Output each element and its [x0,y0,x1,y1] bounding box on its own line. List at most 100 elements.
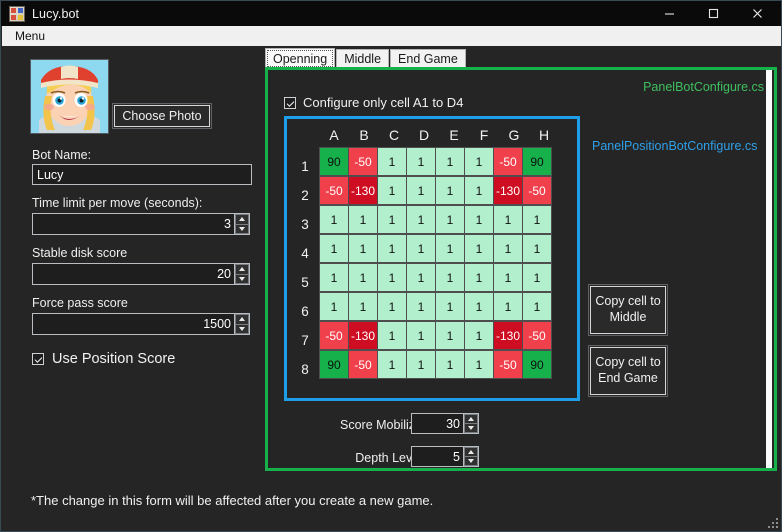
grid-cell-F8[interactable]: 1 [464,350,494,379]
grid-cell-G1[interactable]: -50 [493,147,523,176]
stepper-down-icon[interactable] [235,223,249,234]
grid-cell-H1[interactable]: 90 [522,147,552,176]
grid-cell-E2[interactable]: 1 [435,176,465,205]
grid-cell-F2[interactable]: 1 [464,176,494,205]
grid-cell-B8[interactable]: -50 [348,350,378,379]
grid-cell-H5[interactable]: 1 [522,263,552,292]
grid-cell-G6[interactable]: 1 [493,292,523,321]
grid-cell-C8[interactable]: 1 [377,350,407,379]
stepper-up-icon[interactable] [235,314,249,324]
grid-cell-E8[interactable]: 1 [435,350,465,379]
copy-cell-to-middle-button[interactable]: Copy cell to Middle [588,284,668,336]
grid-cell-D6[interactable]: 1 [406,292,436,321]
grid-cell-C2[interactable]: 1 [377,176,407,205]
grid-cell-G2[interactable]: -130 [493,176,523,205]
grid-cell-B5[interactable]: 1 [348,263,378,292]
force-pass-score-input[interactable]: 1500 [32,313,235,335]
grid-cell-C3[interactable]: 1 [377,205,407,234]
grid-cell-F1[interactable]: 1 [464,147,494,176]
grid-cell-A6[interactable]: 1 [319,292,349,321]
grid-cell-D2[interactable]: 1 [406,176,436,205]
grid-cell-A2[interactable]: -50 [319,176,349,205]
grid-cell-A4[interactable]: 1 [319,234,349,263]
stepper-down-icon[interactable] [235,323,249,334]
depth-level-stepper[interactable] [464,446,479,467]
grid-cell-F4[interactable]: 1 [464,234,494,263]
maximize-button[interactable] [691,1,735,26]
grid-cell-G5[interactable]: 1 [493,263,523,292]
grid-cell-F6[interactable]: 1 [464,292,494,321]
stable-disk-score-stepper[interactable] [235,263,250,285]
grid-cell-H6[interactable]: 1 [522,292,552,321]
tab-middle[interactable]: Middle [336,49,390,69]
grid-cell-A7[interactable]: -50 [319,321,349,350]
grid-cell-C5[interactable]: 1 [377,263,407,292]
grid-cell-F7[interactable]: 1 [464,321,494,350]
tab-openning[interactable]: Openning [265,48,336,69]
grid-cell-G3[interactable]: 1 [493,205,523,234]
grid-cell-C4[interactable]: 1 [377,234,407,263]
stepper-up-icon[interactable] [235,214,249,224]
grid-cell-B6[interactable]: 1 [348,292,378,321]
stepper-up-icon[interactable] [235,264,249,274]
close-button[interactable] [735,1,779,26]
score-mobilize-stepper[interactable] [464,413,479,434]
time-limit-stepper[interactable] [235,213,250,235]
grid-cell-A3[interactable]: 1 [319,205,349,234]
stepper-up-icon[interactable] [464,414,478,423]
grid-cell-B3[interactable]: 1 [348,205,378,234]
copy-cell-to-end-game-button[interactable]: Copy cell to End Game [588,345,668,397]
stepper-up-icon[interactable] [464,447,478,456]
stepper-down-icon[interactable] [464,456,478,466]
grid-cell-H7[interactable]: -50 [522,321,552,350]
grid-cell-B7[interactable]: -130 [348,321,378,350]
tab-end-game[interactable]: End Game [390,49,466,69]
grid-cell-D5[interactable]: 1 [406,263,436,292]
grid-cell-D8[interactable]: 1 [406,350,436,379]
panel-vertical-scrollbar[interactable] [766,70,772,468]
grid-cell-E1[interactable]: 1 [435,147,465,176]
use-position-score-checkbox[interactable]: Use Position Score [32,351,175,367]
grid-cell-H3[interactable]: 1 [522,205,552,234]
avatar[interactable] [30,59,109,134]
grid-cell-E5[interactable]: 1 [435,263,465,292]
grid-cell-B1[interactable]: -50 [348,147,378,176]
grid-cell-C7[interactable]: 1 [377,321,407,350]
grid-cell-A5[interactable]: 1 [319,263,349,292]
depth-level-input[interactable]: 5 [411,446,464,467]
minimize-button[interactable] [647,1,691,26]
grid-cell-H8[interactable]: 90 [522,350,552,379]
grid-cell-E3[interactable]: 1 [435,205,465,234]
stepper-down-icon[interactable] [235,273,249,284]
scrollbar-thumb[interactable] [766,70,772,468]
stable-disk-score-input[interactable]: 20 [32,263,235,285]
grid-cell-E4[interactable]: 1 [435,234,465,263]
menu-item-menu[interactable]: Menu [7,27,53,45]
grid-cell-G8[interactable]: -50 [493,350,523,379]
force-pass-score-stepper[interactable] [235,313,250,335]
grid-cell-D3[interactable]: 1 [406,205,436,234]
stepper-down-icon[interactable] [464,423,478,433]
grid-cell-E7[interactable]: 1 [435,321,465,350]
resize-grip[interactable] [766,516,778,528]
grid-cell-H4[interactable]: 1 [522,234,552,263]
grid-cell-G7[interactable]: -130 [493,321,523,350]
grid-cell-A8[interactable]: 90 [319,350,349,379]
grid-cell-B2[interactable]: -130 [348,176,378,205]
grid-cell-C1[interactable]: 1 [377,147,407,176]
grid-cell-D1[interactable]: 1 [406,147,436,176]
configure-only-cell-checkbox[interactable]: Configure only cell A1 to D4 [284,95,463,110]
time-limit-input[interactable]: 3 [32,213,235,235]
score-mobilize-input[interactable]: 30 [411,413,464,434]
grid-cell-A1[interactable]: 90 [319,147,349,176]
grid-cell-F3[interactable]: 1 [464,205,494,234]
grid-cell-D7[interactable]: 1 [406,321,436,350]
grid-cell-C6[interactable]: 1 [377,292,407,321]
grid-cell-D4[interactable]: 1 [406,234,436,263]
bot-name-input[interactable]: Lucy [32,164,252,185]
grid-cell-G4[interactable]: 1 [493,234,523,263]
grid-cell-F5[interactable]: 1 [464,263,494,292]
choose-photo-button[interactable]: Choose Photo [112,103,212,129]
grid-cell-E6[interactable]: 1 [435,292,465,321]
grid-cell-H2[interactable]: -50 [522,176,552,205]
